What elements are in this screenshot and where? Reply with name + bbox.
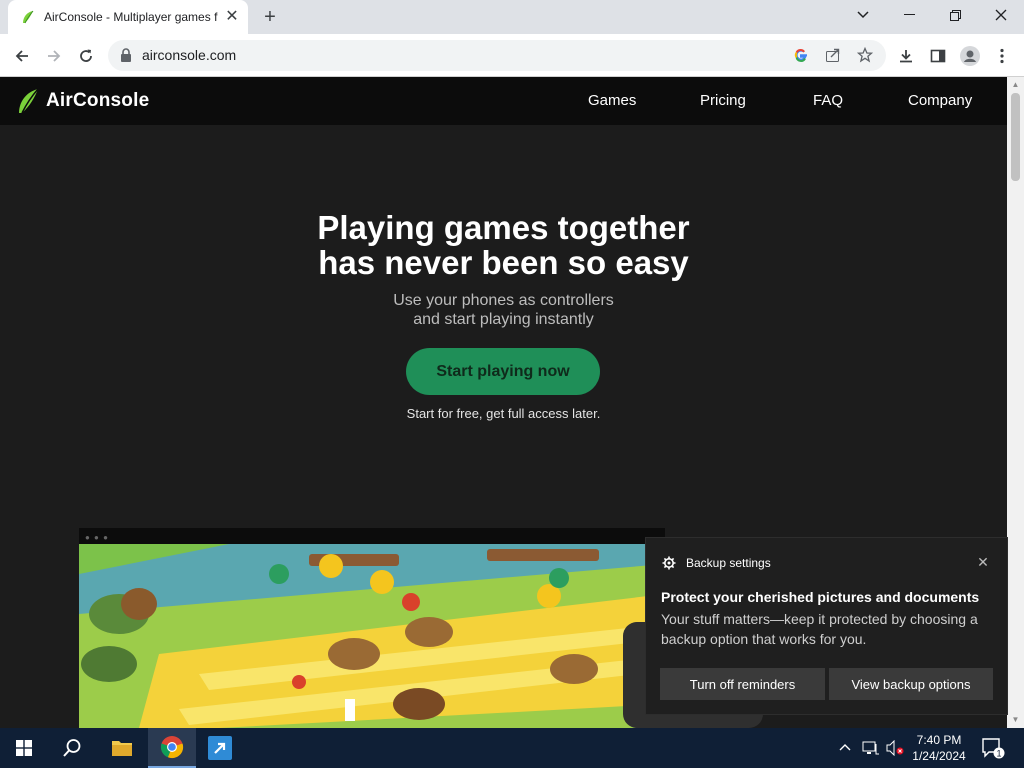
browser-toolbar: airconsole.com xyxy=(0,34,1024,77)
google-icon xyxy=(794,49,807,62)
avatar-icon xyxy=(960,46,980,66)
hero-subtitle-line2: and start playing instantly xyxy=(413,311,594,328)
game-preview: ● ● ● xyxy=(79,528,665,728)
nav-games[interactable]: Games xyxy=(588,92,636,109)
notification-center-icon: 1 xyxy=(982,738,1005,759)
downloads-button[interactable] xyxy=(892,42,920,70)
hero-title-line1: Playing games together xyxy=(317,209,690,246)
lock-icon xyxy=(121,48,131,62)
hero-title-line2: has never been so easy xyxy=(318,244,689,281)
clock-time: 7:40 PM xyxy=(916,733,962,747)
tray-overflow-icon[interactable] xyxy=(839,740,851,754)
gear-icon xyxy=(662,556,676,570)
scroll-thumb[interactable] xyxy=(1011,93,1020,181)
backup-notification: Backup settings ✕ Protect your cherished… xyxy=(645,537,1008,715)
view-backup-options-button[interactable]: View backup options xyxy=(829,668,993,700)
google-lens-button[interactable] xyxy=(790,44,812,66)
profile-button[interactable] xyxy=(956,42,984,70)
tab-search-button[interactable] xyxy=(840,0,886,30)
new-tab-button[interactable]: + xyxy=(258,5,282,29)
download-icon xyxy=(900,50,912,63)
file-explorer-button[interactable] xyxy=(98,728,146,768)
bookmark-button[interactable] xyxy=(854,44,876,66)
back-button[interactable] xyxy=(8,42,36,70)
tab-strip: AirConsole - Multiplayer games f ✕ + xyxy=(0,0,1024,34)
notification-app-name: Backup settings xyxy=(686,556,771,570)
menu-button[interactable] xyxy=(988,42,1016,70)
taskbar: 7:40 PM 1/24/2024 1 xyxy=(0,728,1024,768)
site-header: AirConsole Games Pricing FAQ Company xyxy=(0,77,1007,125)
close-icon xyxy=(995,9,1007,21)
windows-logo-icon xyxy=(16,740,32,756)
minimize-icon xyxy=(903,14,915,15)
clock-date: 1/24/2024 xyxy=(912,749,966,763)
search-button[interactable] xyxy=(48,728,96,768)
notification-title: Protect your cherished pictures and docu… xyxy=(661,589,980,605)
close-window-button[interactable] xyxy=(978,0,1024,30)
hero-subtitle: Use your phones as controllers and start… xyxy=(0,291,1007,329)
chevron-down-icon xyxy=(857,11,869,19)
nav-company[interactable]: Company xyxy=(908,92,972,109)
restore-button[interactable] xyxy=(932,0,978,30)
page-scrollbar[interactable]: ▲ ▼ xyxy=(1007,77,1024,728)
arrow-right-icon xyxy=(48,50,61,62)
forward-button[interactable] xyxy=(40,42,68,70)
notification-body: Your stuff matters—keep it protected by … xyxy=(661,611,978,647)
notification-header: Backup settings xyxy=(662,556,771,570)
restore-icon xyxy=(949,9,961,21)
hero-subtitle-line1: Use your phones as controllers xyxy=(393,292,614,309)
system-clock[interactable]: 7:40 PM 1/24/2024 xyxy=(904,732,974,764)
notification-count: 1 xyxy=(996,749,1001,759)
hero-title: Playing games together has never been so… xyxy=(0,210,1007,280)
chrome-icon xyxy=(160,736,184,759)
url-text: airconsole.com xyxy=(142,47,237,63)
turn-off-reminders-button[interactable]: Turn off reminders xyxy=(660,668,825,700)
network-icon[interactable] xyxy=(862,740,880,759)
notification-close-icon[interactable]: ✕ xyxy=(976,555,990,569)
action-center-button[interactable]: 1 xyxy=(980,736,1006,760)
arrow-left-icon xyxy=(15,50,28,62)
arrow-app-icon xyxy=(208,736,232,760)
scroll-down-icon[interactable]: ▼ xyxy=(1011,715,1020,724)
share-icon xyxy=(826,48,840,62)
folder-icon xyxy=(112,741,132,756)
reload-icon xyxy=(80,49,92,62)
browser-tab[interactable]: AirConsole - Multiplayer games f ✕ xyxy=(8,0,248,34)
search-icon xyxy=(63,739,81,757)
star-icon xyxy=(857,47,873,63)
side-panel-button[interactable] xyxy=(924,42,952,70)
share-button[interactable] xyxy=(822,44,844,66)
airconsole-logo-icon xyxy=(19,88,39,114)
app-shortcut-button[interactable] xyxy=(196,728,244,768)
volume-muted-icon[interactable] xyxy=(886,739,904,759)
airconsole-favicon-icon xyxy=(23,10,34,24)
address-bar[interactable]: airconsole.com xyxy=(108,40,886,71)
start-playing-button[interactable]: Start playing now xyxy=(406,348,600,395)
window-dots-icon: ● ● ● xyxy=(85,533,109,542)
side-panel-icon xyxy=(930,49,946,63)
chrome-taskbar-button[interactable] xyxy=(148,728,196,768)
site-logo[interactable]: AirConsole xyxy=(16,87,149,115)
nav-faq[interactable]: FAQ xyxy=(813,92,843,109)
nav-pricing[interactable]: Pricing xyxy=(700,92,746,109)
scroll-up-icon[interactable]: ▲ xyxy=(1011,80,1020,89)
start-button[interactable] xyxy=(0,728,48,768)
game-scene-image xyxy=(79,544,665,728)
tab-title: AirConsole - Multiplayer games f xyxy=(44,10,218,24)
minimize-button[interactable] xyxy=(886,0,932,30)
reload-button[interactable] xyxy=(72,42,100,70)
cta-note: Start for free, get full access later. xyxy=(406,406,601,421)
brand-name: AirConsole xyxy=(46,90,150,111)
kebab-menu-icon xyxy=(1000,48,1004,64)
tab-close-icon[interactable]: ✕ xyxy=(224,9,240,25)
